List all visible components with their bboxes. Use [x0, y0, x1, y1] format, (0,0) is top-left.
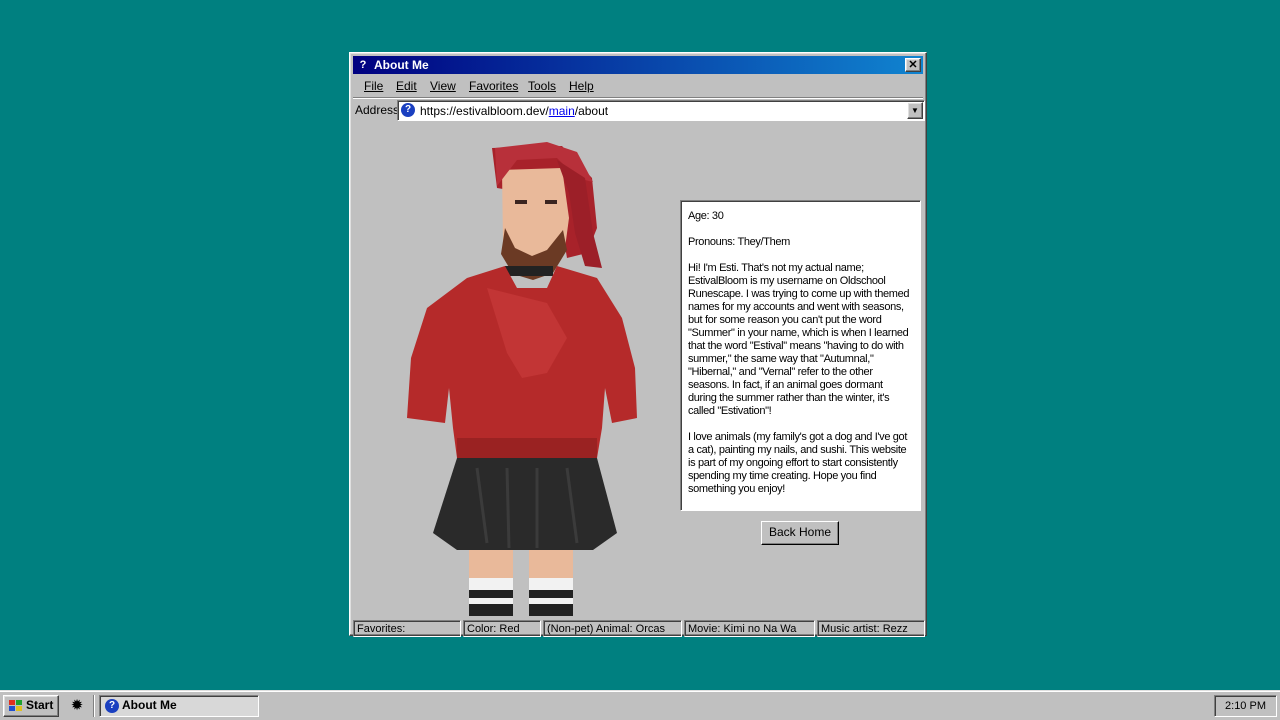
address-url[interactable]: https://estivalbloom.dev/main/about	[420, 104, 608, 118]
menu-divider	[353, 97, 923, 99]
menu-tools[interactable]: Tools	[528, 79, 556, 93]
help-question-icon: ?	[359, 59, 367, 71]
title-bar[interactable]: ? About Me ✕	[353, 56, 923, 74]
start-label: Start	[26, 698, 54, 712]
menu-favorites[interactable]: Favorites	[469, 79, 518, 93]
taskbar: Start ✹ ? About Me 2:10 PM	[0, 690, 1280, 720]
chevron-down-icon: ▼	[911, 106, 919, 115]
bio-paragraph-2: I love animals (my family's got a dog an…	[688, 431, 908, 495]
bio-panel: Age: 30 Pronouns: They/Them Hi! I'm Esti…	[680, 200, 921, 511]
windows-logo-icon	[9, 700, 22, 711]
menu-file[interactable]: File	[364, 79, 383, 93]
status-music: Music artist: Rezz	[817, 620, 925, 637]
close-icon: ✕	[908, 59, 918, 71]
pronouns-text: Pronouns: They/Them	[688, 236, 790, 248]
age-text: Age: 30	[688, 210, 724, 222]
status-movie: Movie: Kimi no Na Wa	[684, 620, 815, 637]
address-label: Address	[355, 103, 400, 117]
about-me-window: ? About Me ✕ File Edit View Favorites To…	[349, 52, 927, 637]
page-icon: ?	[401, 103, 415, 117]
url-link-main[interactable]: main	[549, 104, 575, 118]
page-content: Age: 30 Pronouns: They/Them Hi! I'm Esti…	[353, 126, 923, 618]
menu-help[interactable]: Help	[569, 79, 594, 93]
close-button[interactable]: ✕	[905, 58, 921, 72]
pixel-avatar-illustration	[407, 142, 637, 616]
menu-edit[interactable]: Edit	[396, 79, 417, 93]
menu-bar: File Edit View Favorites Tools Help	[353, 76, 923, 96]
window-title: About Me	[374, 58, 429, 72]
address-dropdown-button[interactable]: ▼	[907, 102, 923, 119]
menu-view[interactable]: View	[430, 79, 456, 93]
gear-icon[interactable]: ✹	[69, 698, 85, 714]
status-animal: (Non-pet) Animal: Orcas	[543, 620, 682, 637]
status-color: Color: Red	[463, 620, 541, 637]
help-question-icon: ?	[105, 699, 119, 713]
taskbar-button-label: About Me	[122, 698, 177, 712]
status-bar: Favorites: Color: Red (Non-pet) Animal: …	[353, 620, 925, 637]
quicklaunch-divider	[93, 695, 95, 717]
system-tray-clock: 2:10 PM	[1214, 695, 1277, 717]
bio-paragraph-1: Hi! I'm Esti. That's not my actual name;…	[688, 262, 910, 417]
back-home-button[interactable]: Back Home	[761, 521, 839, 545]
address-bar[interactable]: ? https://estivalbloom.dev/main/about ▼	[397, 100, 925, 121]
start-button[interactable]: Start	[3, 695, 59, 717]
taskbar-button-about-me[interactable]: ? About Me	[99, 695, 259, 717]
status-favorites: Favorites:	[353, 620, 461, 637]
